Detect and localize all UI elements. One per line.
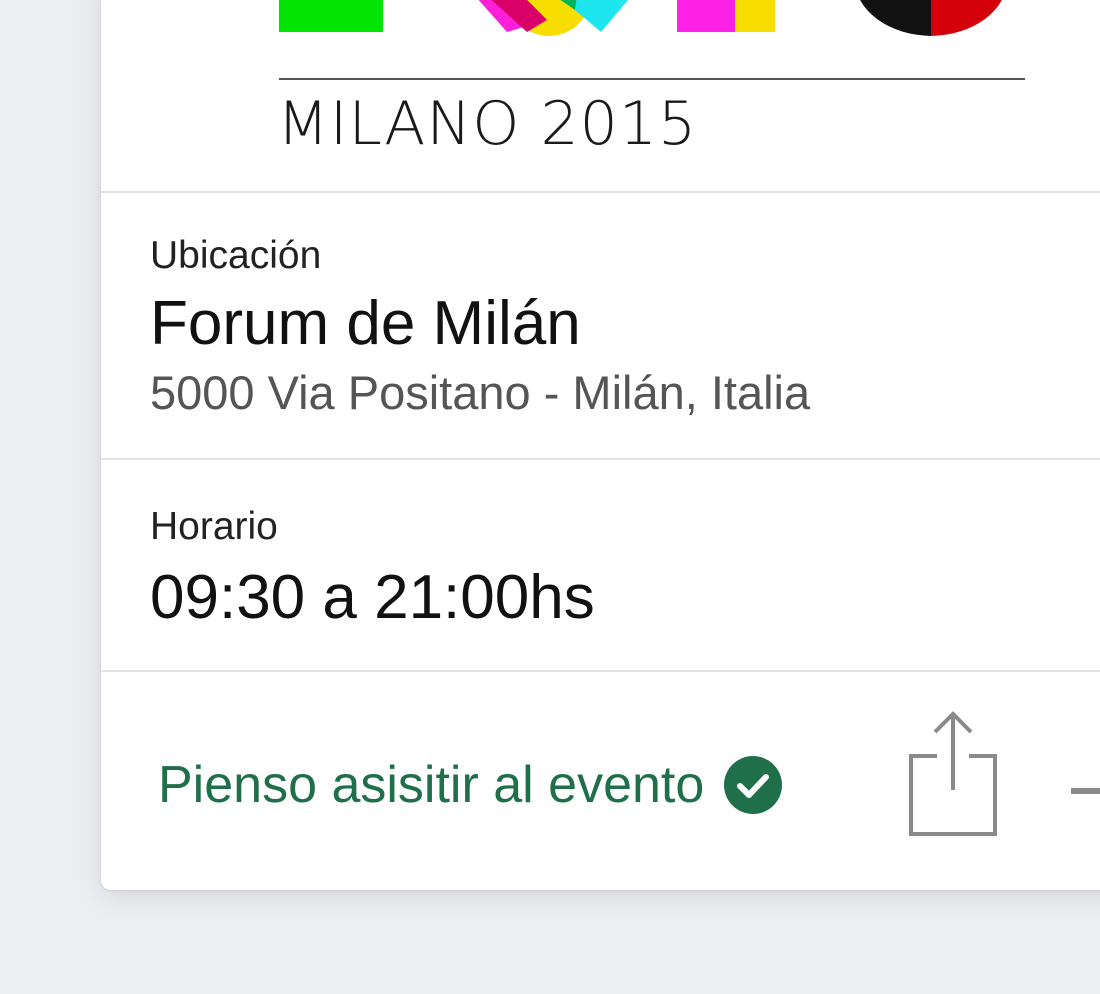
divider <box>101 458 1100 460</box>
expo-logo-graphic <box>279 0 1002 36</box>
event-card: MILANO 2015 Ubicación Forum de Milán 500… <box>101 0 1100 890</box>
check-circle-icon <box>724 756 783 814</box>
venue-name: Forum de Milán <box>150 289 581 358</box>
attend-button[interactable]: Pienso asisitir al evento <box>158 750 783 820</box>
expo-logo: MILANO 2015 <box>101 0 1100 192</box>
divider <box>101 191 1100 193</box>
share-button[interactable] <box>907 708 999 838</box>
divider <box>101 670 1100 672</box>
venue-address: 5000 Via Positano - Milán, Italia <box>150 366 811 419</box>
schedule-hours: 09:30 a 21:00hs <box>150 563 595 632</box>
schedule-label: Horario <box>150 505 278 548</box>
share-icon <box>909 711 997 836</box>
attend-label: Pienso asisitir al evento <box>158 756 705 814</box>
logo-rule <box>279 78 1025 80</box>
more-actions-icon[interactable] <box>1071 788 1100 794</box>
location-label: Ubicación <box>150 234 322 277</box>
logo-text: MILANO 2015 <box>277 89 698 159</box>
